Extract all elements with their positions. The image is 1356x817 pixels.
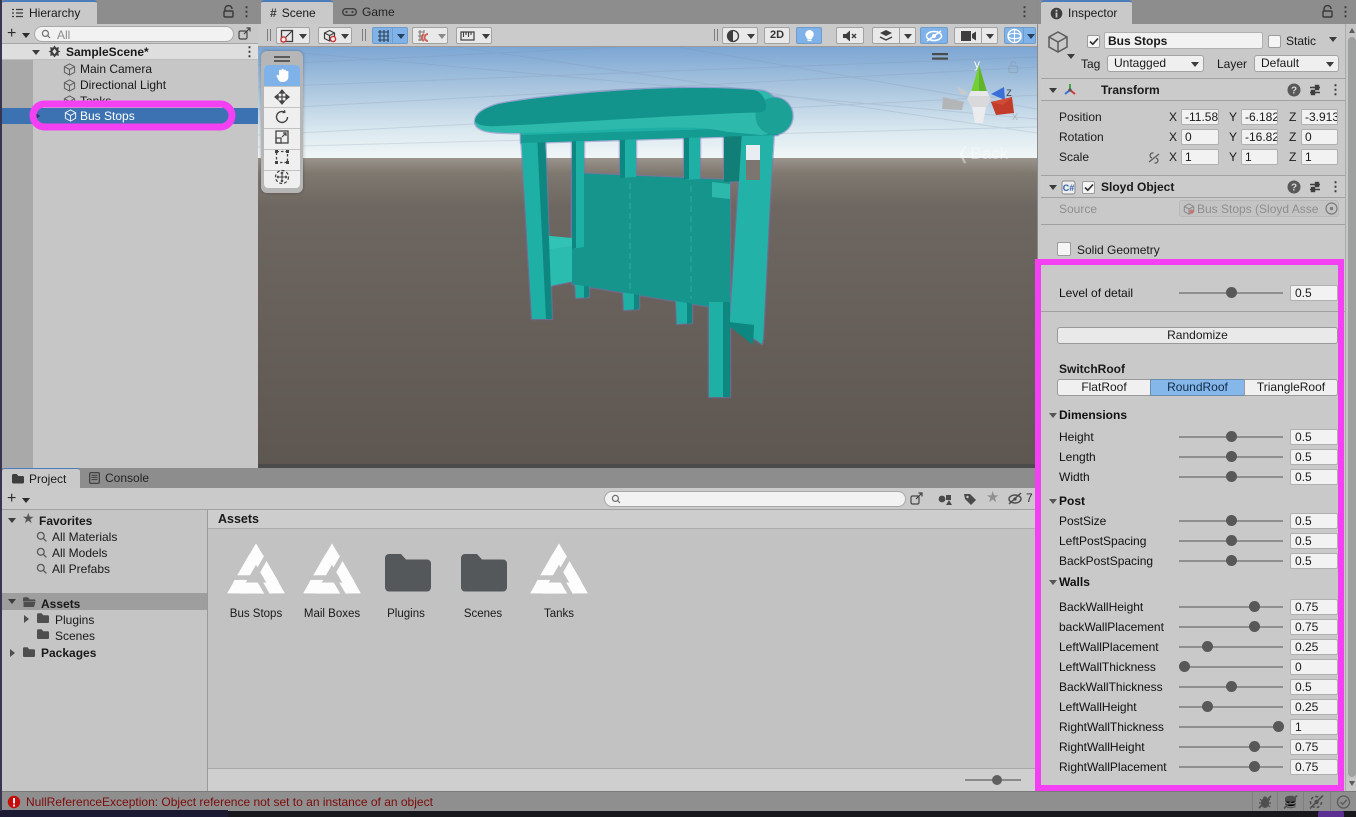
svg-text:?: ? — [1291, 86, 1297, 97]
svg-text:?: ? — [1291, 183, 1297, 194]
svg-text:z: z — [1006, 85, 1012, 99]
svg-text:C#: C# — [1063, 183, 1075, 193]
svg-text:❬Back: ❬Back — [956, 144, 1009, 164]
svg-text:x: x — [1012, 109, 1018, 123]
